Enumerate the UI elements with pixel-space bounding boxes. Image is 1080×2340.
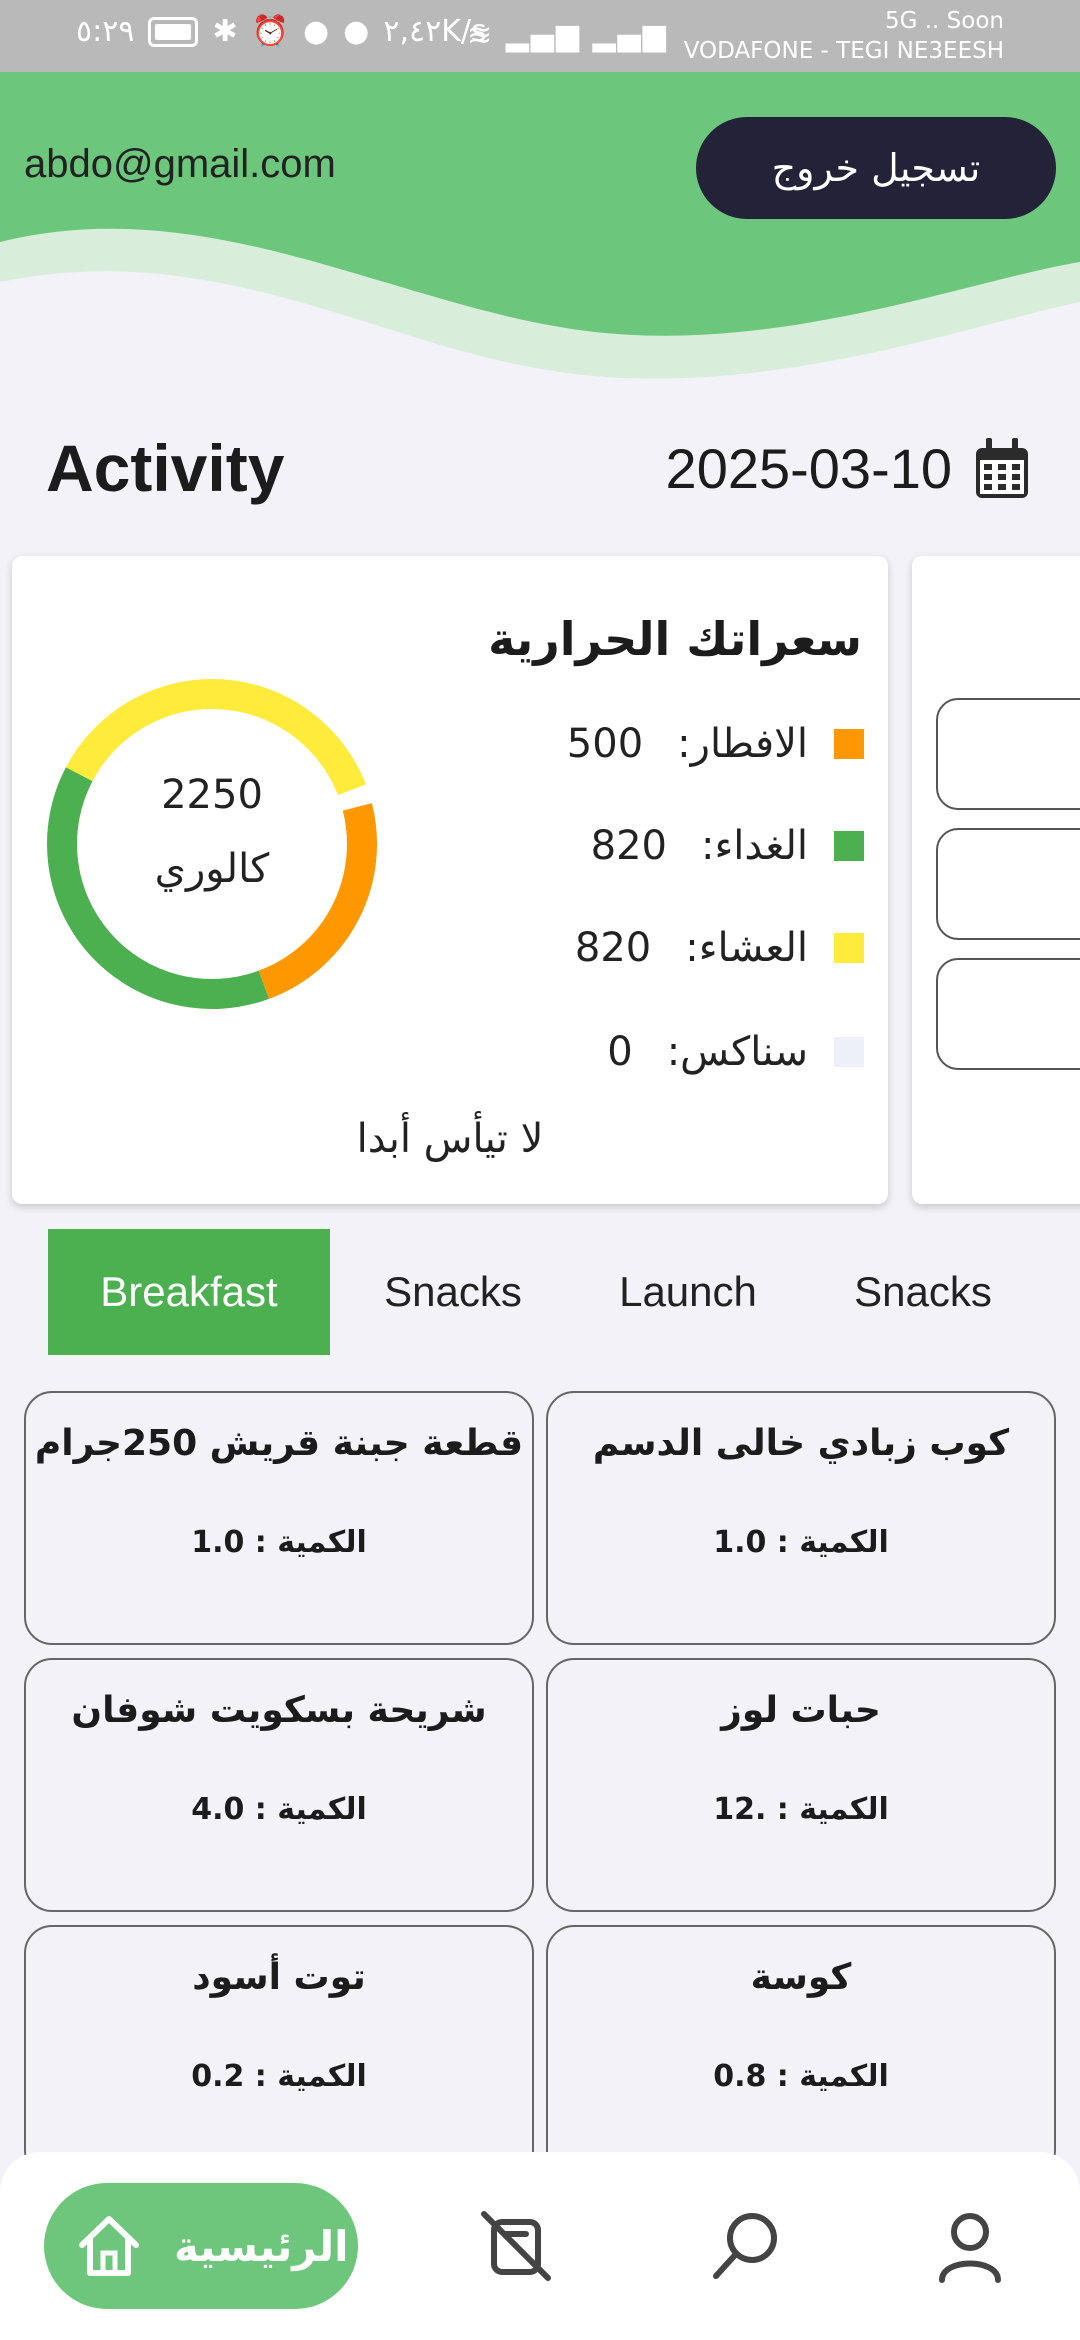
legend-value: 820 — [574, 925, 652, 971]
food-card[interactable]: كوسة 0.8 : الكمية — [546, 1925, 1056, 2179]
food-card[interactable]: شريحة بسكويت شوفان 4.0 : الكمية — [24, 1658, 534, 1912]
nav-home-button[interactable]: الرئيسية — [44, 2183, 358, 2309]
tab-launch[interactable]: Launch — [578, 1229, 798, 1355]
calorie-donut-chart — [47, 679, 377, 1009]
donut-total: 2250 — [161, 772, 263, 818]
tab-snacks[interactable]: Snacks — [348, 1229, 558, 1355]
date-text[interactable]: 2025-03-10 — [666, 436, 952, 501]
legend-snacks: سناكس: 0 — [607, 1022, 864, 1082]
side-card-field[interactable] — [936, 698, 1080, 810]
bluetooth-icon: ✱ — [212, 14, 238, 49]
food-qty: 0.8 : الكمية — [713, 2059, 889, 2094]
network-label: 5G .. Soon — [884, 8, 1004, 34]
food-name: كوب زبادي خالى الدسم — [592, 1423, 1010, 1464]
lunch-swatch — [834, 831, 864, 861]
calorie-card: سعراتك الحرارية الافطار: 500 الغداء: 820… — [12, 556, 888, 1204]
legend-lunch: الغداء: 820 — [591, 816, 864, 876]
calendar-icon[interactable] — [974, 437, 1030, 500]
food-card[interactable]: توت أسود 0.2 : الكمية — [24, 1925, 534, 2179]
signal-icon: ≋ ▂▄▆ ▂▄▆ — [467, 18, 668, 53]
no-meal-icon[interactable] — [476, 2206, 556, 2286]
food-card[interactable]: كوب زبادي خالى الدسم 1.0 : الكمية — [546, 1391, 1056, 1645]
food-qty: 0.2 : الكمية — [191, 2059, 367, 2094]
food-name: حبات لوز — [721, 1690, 881, 1731]
motivation-text: لا تيأس أبدا — [356, 1116, 544, 1162]
meal-tabs: Breakfast Snacks Launch Snacks — [48, 1229, 1048, 1355]
side-card-field[interactable] — [936, 958, 1080, 1070]
food-card[interactable]: حبات لوز 12. : الكمية — [546, 1658, 1056, 1912]
nav-home-label[interactable]: الرئيسية — [174, 2222, 349, 2271]
battery-icon — [148, 16, 199, 47]
pinterest-icon: ● — [302, 14, 330, 49]
legend-dinner: العشاء: 820 — [575, 918, 864, 978]
header: abdo@gmail.com تسجيل خروج — [0, 72, 1080, 382]
date-picker[interactable]: 2025-03-10 — [666, 436, 1030, 501]
carrier-name: VODAFONE - TEGI NE3EESH — [683, 38, 1004, 64]
legend-breakfast: الافطار: 500 — [567, 714, 864, 774]
legend-value: 0 — [607, 1029, 633, 1075]
legend-label: الافطار: — [677, 721, 808, 767]
dinner-swatch — [834, 933, 864, 963]
food-qty: 12. : الكمية — [713, 1792, 889, 1827]
legend-label: سناكس: — [666, 1029, 808, 1075]
status-time: ٥:٢٩ — [76, 14, 135, 49]
breakfast-swatch — [834, 729, 864, 759]
tab-breakfast[interactable]: Breakfast — [48, 1229, 330, 1355]
status-bar: ٥:٢٩ ✱ ⏰ ● ● ٢,٤٢K/s ≋ ▂▄▆ ▂▄▆ 5G .. Soo… — [0, 0, 1080, 72]
food-qty: 1.0 : الكمية — [713, 1525, 889, 1560]
home-icon[interactable] — [74, 2211, 144, 2281]
side-card[interactable] — [912, 556, 1080, 1204]
legend-value: 500 — [566, 721, 644, 767]
bottom-nav: الرئيسية — [0, 2152, 1080, 2340]
food-card[interactable]: قطعة جبنة قريش 250جرام 1.0 : الكمية — [24, 1391, 534, 1645]
logout-button[interactable]: تسجيل خروج — [696, 117, 1056, 219]
donut-unit: كالوري — [154, 846, 270, 892]
tab-snacks-2[interactable]: Snacks — [818, 1229, 1028, 1355]
side-card-field[interactable] — [936, 828, 1080, 940]
food-name: قطعة جبنة قريش 250جرام — [34, 1423, 524, 1464]
alarm-icon: ⏰ — [251, 14, 289, 49]
card-title: سعراتك الحرارية — [488, 612, 862, 666]
breakfast-segment — [258, 803, 377, 999]
food-name: كوسة — [750, 1957, 852, 1998]
food-qty: 1.0 : الكمية — [191, 1525, 367, 1560]
food-qty: 4.0 : الكمية — [191, 1792, 367, 1827]
snacks-swatch — [834, 1037, 864, 1067]
legend-label: العشاء: — [685, 925, 808, 971]
user-email: abdo@gmail.com — [24, 142, 336, 186]
food-name: توت أسود — [192, 1957, 366, 1998]
profile-icon[interactable] — [930, 2206, 1010, 2286]
legend-label: الغداء: — [701, 823, 808, 869]
legend-value: 820 — [590, 823, 667, 869]
search-icon[interactable] — [706, 2206, 786, 2286]
chat-icon: ● — [343, 14, 370, 49]
page-title: Activity — [46, 431, 285, 505]
food-name: شريحة بسكويت شوفان — [71, 1690, 487, 1731]
